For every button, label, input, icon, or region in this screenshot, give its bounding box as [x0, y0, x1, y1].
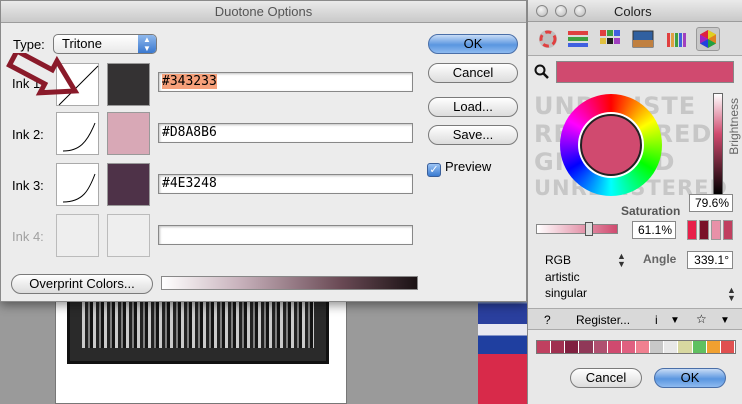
saturation-slider[interactable]: [536, 222, 618, 236]
ink3-label: Ink 3:: [12, 178, 44, 193]
colors-cancel-button[interactable]: Cancel: [570, 368, 642, 388]
hexagon-mode-icon[interactable]: [696, 27, 720, 51]
ink4-swatch: [107, 214, 150, 257]
curve-icon: [62, 122, 96, 152]
ink1-name-value: #343233: [162, 74, 217, 89]
image-palettes-mode-icon[interactable]: [631, 27, 655, 51]
ink3-swatch[interactable]: [107, 163, 150, 206]
palette-swatch[interactable]: [593, 341, 608, 353]
saturation-knob[interactable]: [585, 222, 593, 236]
ink1-swatch[interactable]: [107, 63, 150, 106]
curve-icon: [62, 173, 96, 203]
magnifier-icon[interactable]: [534, 64, 550, 80]
duotone-dialog: Duotone Options Type: Tritone ▲ ▼ Ink 1: …: [0, 0, 527, 302]
overprint-colors-button[interactable]: Overprint Colors...: [11, 274, 153, 294]
palette-swatch[interactable]: [551, 341, 566, 353]
colors-toolbar: [528, 22, 742, 56]
help-button[interactable]: ?: [544, 313, 551, 327]
ink3-name-field[interactable]: #4E3248: [158, 174, 413, 194]
arrow-annotation-icon: [6, 53, 80, 96]
image-content: [82, 298, 314, 348]
palette-swatch[interactable]: [635, 341, 651, 353]
ink3-curve[interactable]: [56, 163, 99, 206]
ink1-name-field[interactable]: #343233: [158, 72, 413, 92]
angle-label: Angle: [643, 252, 677, 266]
updown-arrows-icon: ▲ ▼: [138, 35, 156, 53]
ink2-name-value: #D8A8B6: [162, 125, 217, 140]
ink4-label: Ink 4:: [12, 229, 44, 244]
palette-swatch[interactable]: [607, 341, 622, 353]
color-chip[interactable]: [711, 220, 721, 240]
save-button[interactable]: Save...: [428, 125, 518, 145]
palette-swatch[interactable]: [664, 341, 679, 353]
color-wheel-mode-icon[interactable]: [536, 27, 560, 51]
color-chip[interactable]: [723, 220, 733, 240]
star-icon[interactable]: ☆: [696, 312, 707, 326]
ink4-curve: [56, 214, 99, 257]
brightness-field[interactable]: 79.6%: [689, 194, 733, 212]
register-button[interactable]: Register...: [576, 313, 630, 327]
palette-swatch[interactable]: [720, 341, 735, 353]
color-wheel[interactable]: [560, 94, 662, 196]
option2-label[interactable]: singular: [545, 286, 587, 300]
palette-swatch[interactable]: [579, 341, 594, 353]
palette-swatch[interactable]: [706, 341, 721, 353]
preview-label: Preview: [445, 159, 492, 174]
option1-label[interactable]: artistic: [545, 270, 580, 284]
palette-swatch[interactable]: [565, 341, 580, 353]
brightness-label: Brightness: [727, 98, 741, 155]
triangle-down-icon[interactable]: ▼: [670, 315, 680, 326]
type-label: Type:: [13, 37, 45, 52]
colors-panel: Colors UNREGISTE REGISTERED GISTERED UNR…: [527, 0, 742, 404]
colors-titlebar: Colors: [528, 0, 742, 22]
ink2-label: Ink 2:: [12, 127, 44, 142]
type-value: Tritone: [62, 36, 102, 51]
tone-gradient-bar: [161, 276, 418, 290]
type-select[interactable]: Tritone ▲ ▼: [53, 34, 157, 54]
load-button[interactable]: Load...: [428, 97, 518, 117]
model-label[interactable]: RGB: [545, 253, 571, 267]
register-bar: ? Register... i ▼ ☆ ▼: [528, 308, 742, 330]
angle-field[interactable]: 339.1°: [687, 251, 733, 269]
ink4-name-field: [158, 225, 413, 245]
brightness-slider[interactable]: [713, 93, 723, 195]
color-chip[interactable]: [687, 220, 697, 240]
color-sliders-mode-icon[interactable]: [566, 27, 590, 51]
color-wheel-loupe[interactable]: [580, 114, 642, 176]
ink3-name-value: #4E3248: [162, 176, 217, 191]
info-button[interactable]: i: [655, 313, 658, 327]
current-color-bar: [556, 61, 734, 83]
ink2-curve[interactable]: [56, 112, 99, 155]
updown-arrows-icon[interactable]: ▲ ▼: [617, 252, 626, 269]
close-light-icon[interactable]: [536, 5, 548, 17]
zoom-light-icon[interactable]: [574, 5, 586, 17]
color-palettes-mode-icon[interactable]: [598, 27, 622, 51]
updown-arrows-icon[interactable]: ▲ ▼: [727, 286, 736, 303]
color-palette-strip[interactable]: [536, 340, 736, 354]
palette-swatch[interactable]: [537, 341, 552, 353]
minimize-light-icon[interactable]: [555, 5, 567, 17]
color-wheel-area: UNREGISTE REGISTERED GISTERED UNREGISTER…: [532, 92, 727, 202]
cancel-button[interactable]: Cancel: [428, 63, 518, 83]
dialog-title: Duotone Options: [1, 1, 526, 23]
colors-ok-button[interactable]: OK: [654, 368, 726, 388]
saturation-field[interactable]: 61.1%: [632, 221, 676, 239]
crayons-mode-icon[interactable]: [664, 27, 688, 51]
palette-swatch[interactable]: [692, 341, 707, 353]
ink2-swatch[interactable]: [107, 112, 150, 155]
saturation-label: Saturation: [621, 204, 681, 218]
ink2-name-field[interactable]: #D8A8B6: [158, 123, 413, 143]
checkmark-icon: ✓: [427, 163, 441, 177]
colors-title: Colors: [614, 4, 652, 19]
triangle-down-icon[interactable]: ▼: [720, 315, 730, 326]
color-chip[interactable]: [699, 220, 709, 240]
ok-button[interactable]: OK: [428, 34, 518, 54]
palette-swatch[interactable]: [650, 341, 665, 353]
palette-swatch[interactable]: [678, 341, 693, 353]
palette-swatch[interactable]: [621, 341, 636, 353]
preview-checkbox[interactable]: ✓ Preview: [427, 159, 491, 177]
